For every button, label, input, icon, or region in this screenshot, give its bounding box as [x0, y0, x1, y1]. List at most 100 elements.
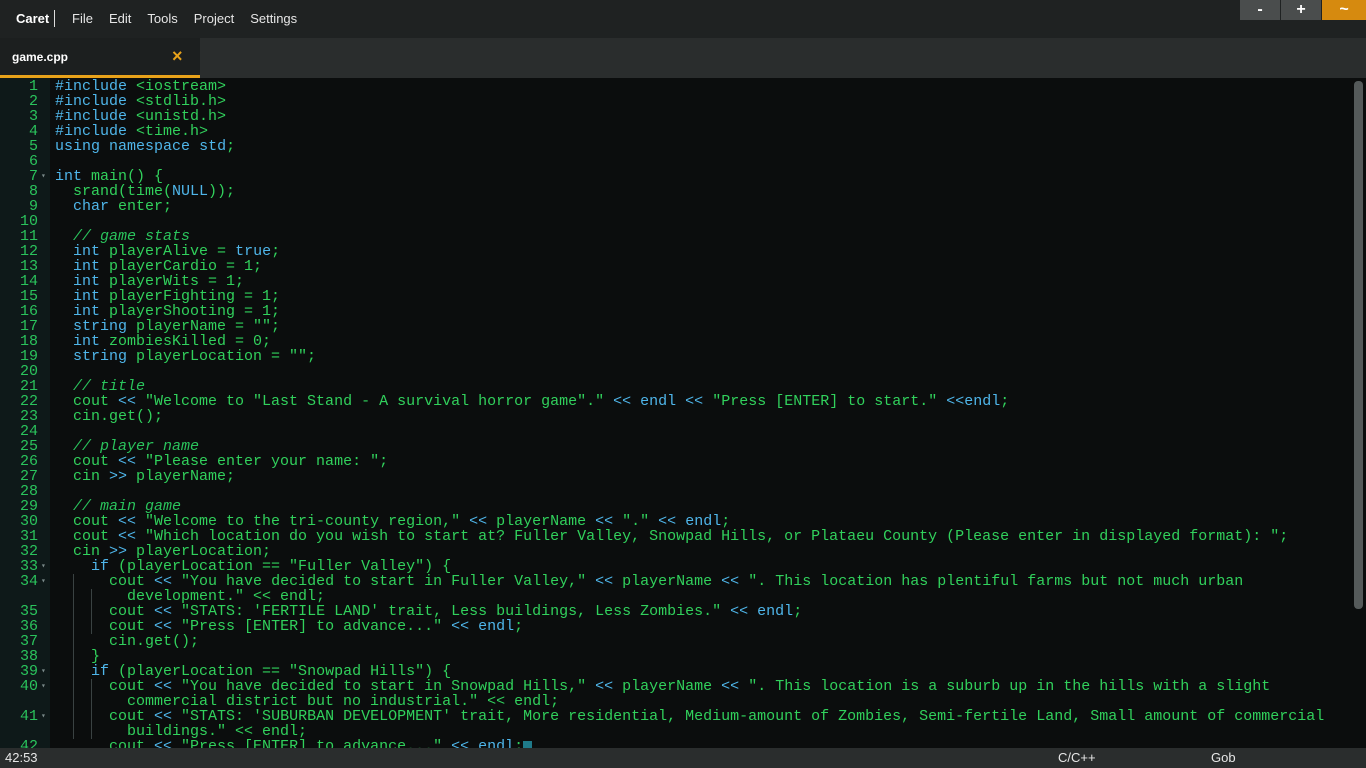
line-text: #include <unistd.h> [55, 108, 227, 125]
code-line[interactable]: 36 cout << "Press [ENTER] to advance..."… [0, 619, 1352, 634]
code-line[interactable]: 3 #include <unistd.h> [0, 109, 1352, 124]
code-line[interactable]: 8 srand(time(NULL)); [0, 184, 1352, 199]
tab-game-cpp[interactable]: game.cpp × [0, 38, 200, 78]
menu-file[interactable]: File [64, 11, 101, 26]
line-number: 35 [19, 603, 38, 620]
line-number: 13 [19, 258, 38, 275]
code-line[interactable]: 15 int playerFighting = 1; [0, 289, 1352, 304]
line-text: int playerShooting = 1; [73, 303, 281, 320]
code-editor[interactable]: 1 #include <iostream> 2 #include <stdlib.h>… [0, 78, 1366, 748]
code-line[interactable]: 42 cout << "Press [ENTER] to advance..."… [0, 739, 1352, 748]
code-line[interactable]: 10 [0, 214, 1352, 229]
code-line[interactable]: 24 [0, 424, 1352, 439]
code-line[interactable]: 12 int playerAlive = true; [0, 244, 1352, 259]
text-cursor [523, 741, 532, 748]
app-name[interactable]: Caret [16, 11, 49, 26]
code-line[interactable]: 27 cin >> playerName; [0, 469, 1352, 484]
menu-bar: Caret File Edit Tools Project Settings -… [0, 0, 1366, 38]
indent-guide [73, 574, 74, 739]
code-line[interactable]: 37 cin.get(); [0, 634, 1352, 649]
line-text: #include <iostream> [55, 78, 227, 95]
minimize-button[interactable]: - [1240, 0, 1280, 20]
line-number: 32 [19, 543, 38, 560]
code-line[interactable]: 19 string playerLocation = ""; [0, 349, 1352, 364]
code-line[interactable]: 5 using namespace std; [0, 139, 1352, 154]
line-number: 40 [19, 678, 38, 695]
code-area[interactable]: 1 #include <iostream> 2 #include <stdlib.h>… [0, 78, 1352, 748]
code-line[interactable]: 41 ▾ cout << "STATS: 'SUBURBAN DEVELOPMEN… [0, 709, 1352, 724]
line-text: cout << "STATS: 'SUBURBAN DEVELOPMENT' t… [55, 708, 1325, 725]
code-line[interactable]: 11 // game stats [0, 229, 1352, 244]
status-bar: 42:53 C/C++ Gob [0, 748, 1366, 768]
code-line[interactable]: 39 ▾ if (playerLocation == "Snowpad Hills… [0, 664, 1352, 679]
code-line[interactable]: commercial district but no industrial." … [0, 694, 1352, 709]
code-line[interactable]: 33 ▾ if (playerLocation == "Fuller Valley… [0, 559, 1352, 574]
line-text: cin >> playerLocation; [55, 543, 272, 560]
code-line[interactable]: 23 cin.get(); [0, 409, 1352, 424]
code-line[interactable]: 34 ▾ cout << "You have decided to start i… [0, 574, 1352, 589]
scrollbar-thumb[interactable] [1354, 81, 1363, 609]
line-number: 17 [19, 318, 38, 335]
code-line[interactable]: 38 } [0, 649, 1352, 664]
line-text: srand(time(NULL)); [55, 183, 236, 200]
fold-arrow-icon[interactable]: ▾ [41, 664, 46, 679]
code-line[interactable]: development." << endl; [0, 589, 1352, 604]
code-line[interactable]: 14 int playerWits = 1; [0, 274, 1352, 289]
line-number: 30 [19, 513, 38, 530]
line-number: 16 [19, 303, 38, 320]
fold-arrow-icon[interactable]: ▾ [41, 574, 46, 589]
vertical-scrollbar[interactable] [1352, 78, 1366, 748]
line-text: cin.get(); [55, 408, 164, 425]
code-line[interactable]: 40 ▾ cout << "You have decided to start i… [0, 679, 1352, 694]
code-line[interactable]: 6 [0, 154, 1352, 169]
line-text: string playerLocation = ""; [73, 348, 317, 365]
indent-guide [91, 679, 92, 739]
code-line[interactable]: 29 // main game [0, 499, 1352, 514]
code-line[interactable]: 20 [0, 364, 1352, 379]
line-number: 41 [19, 708, 38, 725]
code-line[interactable]: 18 int zombiesKilled = 0; [0, 334, 1352, 349]
code-line[interactable]: 4 #include <time.h> [0, 124, 1352, 139]
code-line[interactable]: 26 cout << "Please enter your name: "; [0, 454, 1352, 469]
code-line[interactable]: 1 #include <iostream> [0, 79, 1352, 94]
line-number: 29 [19, 498, 38, 515]
line-text: development." << endl; [55, 588, 326, 605]
code-line[interactable]: buildings." << endl; [0, 724, 1352, 739]
line-number: 4 [28, 123, 38, 140]
line-text: cout << "You have decided to start in Sn… [55, 678, 1271, 695]
line-number: 42 [19, 738, 38, 748]
code-line[interactable]: 35 cout << "STATS: 'FERTILE LAND' trait,… [0, 604, 1352, 619]
code-line[interactable]: 17 string playerName = ""; [0, 319, 1352, 334]
menu-project[interactable]: Project [186, 11, 242, 26]
line-number: 36 [19, 618, 38, 635]
fold-arrow-icon[interactable]: ▾ [41, 679, 46, 694]
window-options-button[interactable]: ~ [1322, 0, 1366, 20]
code-line[interactable]: 2 #include <stdlib.h> [0, 94, 1352, 109]
code-line[interactable]: 9 char enter; [0, 199, 1352, 214]
tab-bar: game.cpp × [0, 38, 1366, 78]
code-line[interactable]: 7 ▾ int main() { [0, 169, 1352, 184]
code-line[interactable]: 31 cout << "Which location do you wish t… [0, 529, 1352, 544]
menu-edit[interactable]: Edit [101, 11, 139, 26]
line-text: cin.get(); [55, 633, 200, 650]
theme-name[interactable]: Gob [1211, 750, 1236, 765]
close-icon[interactable]: × [172, 46, 183, 67]
fold-arrow-icon[interactable]: ▾ [41, 709, 46, 724]
line-number: 34 [19, 573, 38, 590]
menu-tools[interactable]: Tools [139, 11, 185, 26]
line-text: // main game [73, 498, 182, 515]
code-line[interactable]: 21 // title [0, 379, 1352, 394]
menu-settings[interactable]: Settings [242, 11, 305, 26]
fold-arrow-icon[interactable]: ▾ [41, 559, 46, 574]
code-line[interactable]: 22 cout << "Welcome to "Last Stand - A s… [0, 394, 1352, 409]
code-line[interactable]: 13 int playerCardio = 1; [0, 259, 1352, 274]
code-line[interactable]: 32 cin >> playerLocation; [0, 544, 1352, 559]
fold-arrow-icon[interactable]: ▾ [41, 169, 46, 184]
maximize-button[interactable]: + [1281, 0, 1321, 20]
code-line[interactable]: 30 cout << "Welcome to the tri-county re… [0, 514, 1352, 529]
code-line[interactable]: 16 int playerShooting = 1; [0, 304, 1352, 319]
code-line[interactable]: 25 // player name [0, 439, 1352, 454]
code-line[interactable]: 28 [0, 484, 1352, 499]
language-mode[interactable]: C/C++ [1058, 750, 1096, 765]
line-text: int main() { [55, 168, 164, 185]
